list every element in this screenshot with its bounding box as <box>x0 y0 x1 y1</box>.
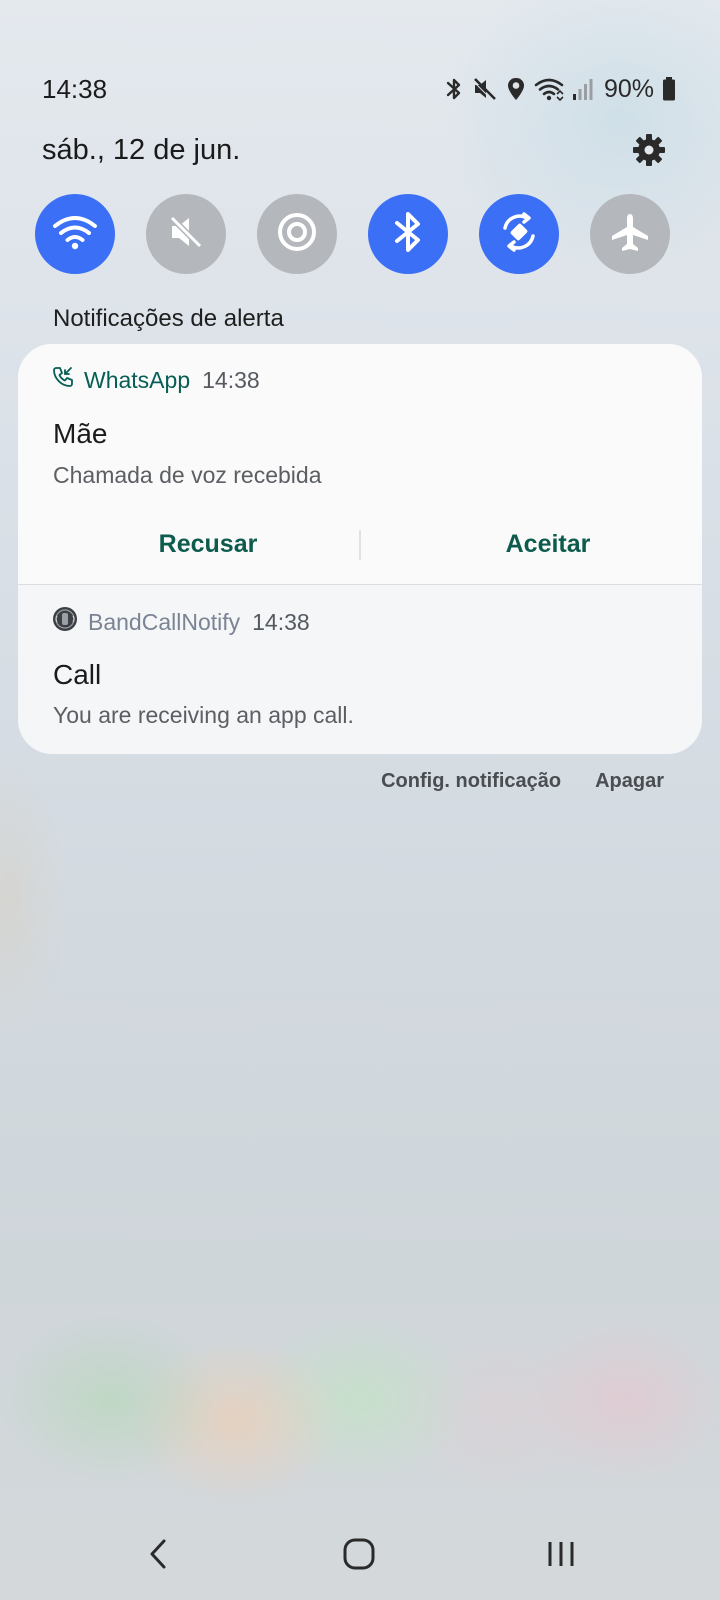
wifi-toggle[interactable] <box>35 194 115 274</box>
rotate-icon <box>495 208 543 261</box>
status-bar: 14:38 90% <box>0 64 720 114</box>
app-name: WhatsApp <box>84 366 191 393</box>
navigation-bar <box>0 1520 720 1600</box>
back-icon <box>146 1537 170 1576</box>
date-label: sáb., 12 de jun. <box>42 134 241 166</box>
date-row: sáb., 12 de jun. <box>0 130 720 180</box>
notification-text: Chamada de voz recebida <box>53 462 322 488</box>
recents-icon <box>545 1539 577 1574</box>
notification-text: You are receiving an app call. <box>53 702 354 728</box>
recents-button[interactable] <box>531 1532 591 1580</box>
app-name: BandCallNotify <box>88 608 241 635</box>
location-toggle[interactable] <box>257 194 337 274</box>
clear-all-button[interactable]: Apagar <box>595 770 664 793</box>
notification-title: Call <box>53 659 102 690</box>
notification-footer: Config. notificação Apagar <box>381 770 664 793</box>
target-icon <box>275 210 319 259</box>
notification-settings-button[interactable]: Config. notificação <box>381 770 561 793</box>
mute-icon <box>164 210 208 259</box>
bluetooth-icon <box>388 210 428 259</box>
notification-card: WhatsApp 14:38 Mãe Chamada de voz recebi… <box>18 344 702 754</box>
notification-time: 14:38 <box>202 366 260 393</box>
quick-settings-panel <box>35 194 685 274</box>
decline-button[interactable]: Recusar <box>58 514 358 574</box>
home-icon <box>342 1537 376 1576</box>
airplane-toggle[interactable] <box>590 194 670 274</box>
auto-rotate-toggle[interactable] <box>479 194 559 274</box>
location-icon <box>506 76 526 102</box>
settings-button[interactable] <box>630 133 668 171</box>
whatsapp-notification[interactable]: WhatsApp 14:38 Mãe Chamada de voz recebi… <box>18 344 702 584</box>
incoming-call-icon <box>52 366 74 394</box>
signal-icon <box>572 76 594 102</box>
app-icon <box>52 606 78 638</box>
notification-header: WhatsApp 14:38 <box>52 366 260 394</box>
status-time: 14:38 <box>42 74 108 104</box>
bluetooth-icon <box>444 76 464 102</box>
notification-header: BandCallNotify 14:38 <box>52 606 310 638</box>
battery-percent: 90% <box>603 74 654 103</box>
actions-divider <box>359 530 361 560</box>
call-actions: Recusar Aceitar <box>18 514 702 574</box>
sound-toggle[interactable] <box>146 194 226 274</box>
notification-time: 14:38 <box>252 608 310 635</box>
gear-icon <box>632 133 666 172</box>
alert-notifications-label: Notificações de alerta <box>53 305 284 332</box>
home-button[interactable] <box>329 1532 389 1580</box>
notification-title: Mãe <box>53 418 108 449</box>
back-button[interactable] <box>128 1532 188 1580</box>
wifi-icon <box>52 212 98 257</box>
battery-icon <box>662 76 676 102</box>
accept-button[interactable]: Aceitar <box>398 514 698 574</box>
status-icons: 90% <box>444 72 676 106</box>
bluetooth-toggle[interactable] <box>368 194 448 274</box>
wifi-icon <box>534 76 564 102</box>
airplane-icon <box>608 210 652 259</box>
mute-icon <box>472 76 498 102</box>
